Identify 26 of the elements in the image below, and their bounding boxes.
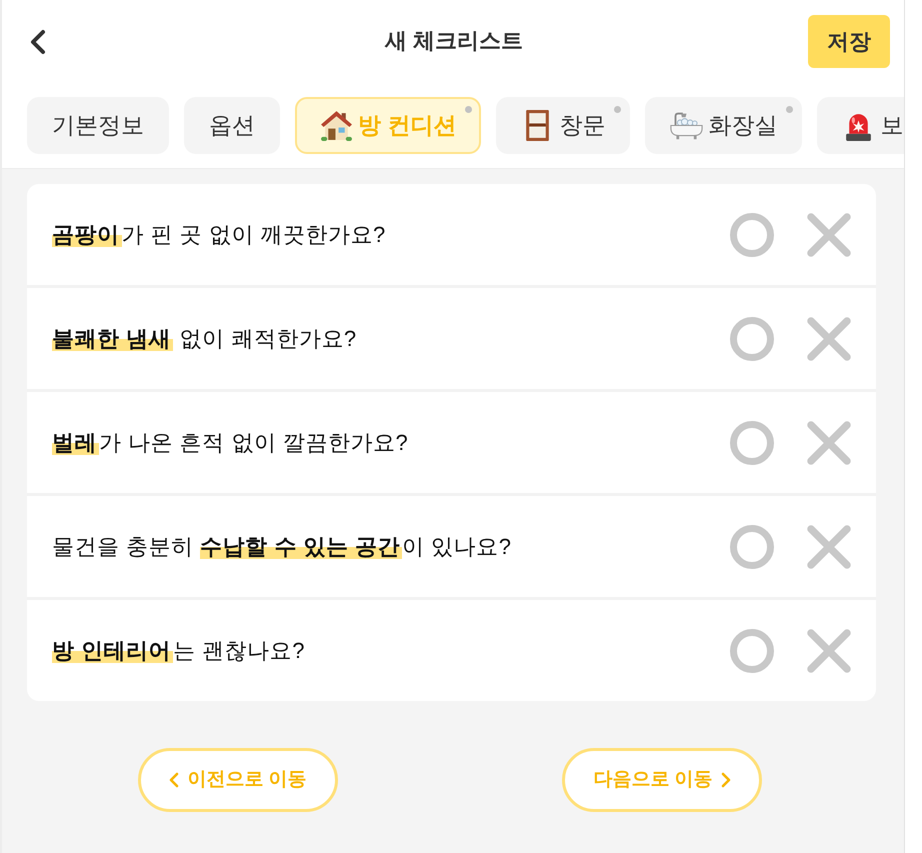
back-icon[interactable] — [28, 28, 48, 54]
circle-icon[interactable] — [730, 420, 774, 464]
circle-icon[interactable] — [730, 316, 774, 360]
house-icon — [320, 109, 353, 142]
cross-icon[interactable] — [807, 212, 851, 256]
page-title: 새 체크리스트 — [384, 28, 524, 55]
cross-icon[interactable] — [807, 316, 851, 360]
chevron-right-icon — [720, 772, 731, 788]
cross-icon[interactable] — [807, 524, 851, 568]
category-tab[interactable]: 옵션 — [184, 97, 280, 154]
question-text: 곰팡이가 핀 곳 없이 깨끗한가요? — [52, 221, 386, 249]
circle-icon[interactable] — [730, 212, 774, 256]
question-text: 벌레가 나온 흔적 없이 깔끔한가요? — [52, 429, 408, 457]
category-tab[interactable]: 보 — [817, 97, 904, 154]
question-text: 물건을 충분히 수납할 수 있는 공간이 있나요? — [52, 533, 512, 561]
category-tab[interactable]: 창문 — [496, 97, 630, 154]
cross-icon[interactable] — [807, 628, 851, 672]
chevron-left-icon — [169, 772, 180, 788]
circle-icon[interactable] — [730, 628, 774, 672]
category-tab[interactable]: 기본정보 — [27, 97, 169, 154]
cross-icon[interactable] — [807, 420, 851, 464]
question-text: 불쾌한 냄새 없이 쾌적한가요? — [52, 325, 357, 353]
question-text: 방 인테리어는 괜찮나요? — [52, 637, 305, 665]
save-button[interactable]: 저장 — [808, 15, 890, 68]
category-tab[interactable]: 화장실 — [645, 97, 802, 154]
circle-icon[interactable] — [730, 524, 774, 568]
